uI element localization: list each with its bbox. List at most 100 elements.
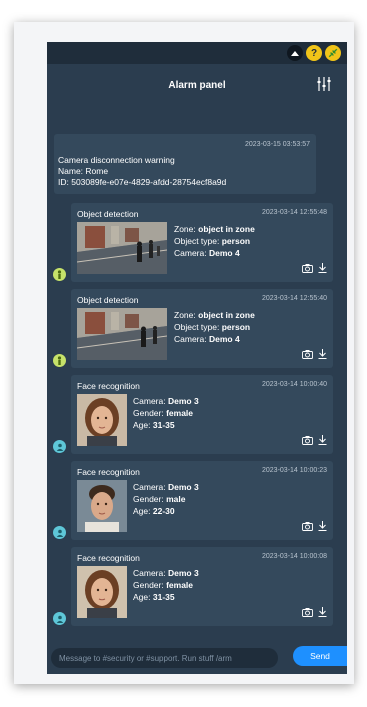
- alert-timestamp: 2023-03-14 10:00:08: [262, 553, 327, 560]
- age-label: Age:: [133, 420, 151, 430]
- download-icon[interactable]: [318, 432, 327, 450]
- gender-line: Gender: male: [133, 493, 199, 505]
- camera-line: Camera: Demo 3: [133, 481, 199, 493]
- snapshot-thumbnail[interactable]: [76, 308, 168, 360]
- download-icon[interactable]: [318, 346, 327, 364]
- warning-id: ID: 503089fe-e07e-4829-afdd-28754ecf8a9d: [58, 177, 227, 187]
- camera-value: Demo 4: [208, 334, 240, 344]
- camera-line: Camera: Demo 4: [174, 247, 255, 259]
- gender-value: female: [166, 408, 194, 418]
- warning-name: Name: Rome: [58, 166, 109, 176]
- user-badge-icon: [53, 440, 66, 453]
- gender-label: Gender:: [133, 408, 164, 418]
- camera-label: Camera:: [133, 568, 166, 578]
- camera-icon[interactable]: [302, 518, 313, 536]
- alarm-panel: ? Alarm panel 2023-03-15 03:53:57 Camera…: [47, 42, 347, 674]
- gender-label: Gender:: [133, 494, 164, 504]
- object-label: Object type:: [174, 236, 220, 246]
- alert-actions: [302, 432, 327, 450]
- warning-text: Camera disconnection warning Name: Rome …: [58, 155, 226, 188]
- user-badge-icon: [53, 526, 66, 539]
- age-label: Age:: [133, 592, 151, 602]
- download-icon[interactable]: [318, 604, 327, 622]
- alert-type: Object detection: [77, 295, 139, 305]
- alert-type: Face recognition: [77, 467, 140, 477]
- camera-value: Demo 4: [208, 248, 240, 258]
- camera-value: Demo 3: [167, 482, 199, 492]
- gender-line: Gender: female: [133, 407, 199, 419]
- warning-timestamp: 2023-03-15 03:53:57: [245, 141, 310, 148]
- send-button[interactable]: Send: [293, 646, 347, 666]
- age-line: Age: 22-30: [133, 505, 199, 517]
- alert-card[interactable]: Face recognition 2023-03-14 10:00:23 Cam…: [71, 461, 333, 540]
- age-line: Age: 31-35: [133, 591, 199, 603]
- camera-line: Camera: Demo 4: [174, 333, 255, 345]
- snapshot-thumbnail[interactable]: [76, 222, 168, 274]
- person-badge-icon: [53, 268, 66, 281]
- camera-label: Camera:: [174, 334, 207, 344]
- message-input[interactable]: [51, 648, 278, 668]
- download-icon[interactable]: [318, 260, 327, 278]
- zone-value: object in zone: [198, 224, 255, 234]
- chevron-up-icon[interactable]: [287, 45, 303, 61]
- panel-title: Alarm panel: [168, 80, 226, 91]
- alert-card[interactable]: Face recognition 2023-03-14 10:00:40 Cam…: [71, 375, 333, 454]
- alert-actions: [302, 346, 327, 364]
- sliders-icon[interactable]: [317, 76, 331, 92]
- alert-type: Face recognition: [77, 381, 140, 391]
- alert-actions: [302, 604, 327, 622]
- alert-details: Camera: Demo 3 Gender: female Age: 31-35: [133, 567, 199, 603]
- alert-details: Camera: Demo 3 Gender: male Age: 22-30: [133, 481, 199, 517]
- alert-timestamp: 2023-03-14 10:00:23: [262, 467, 327, 474]
- age-value: 22-30: [152, 506, 175, 516]
- camera-label: Camera:: [174, 248, 207, 258]
- camera-label: Camera:: [133, 396, 166, 406]
- top-bar: ?: [47, 42, 347, 64]
- camera-icon[interactable]: [302, 604, 313, 622]
- alert-card[interactable]: Face recognition 2023-03-14 10:00:08 Cam…: [71, 547, 333, 626]
- zone-line: Zone: object in zone: [174, 223, 255, 235]
- camera-icon[interactable]: [302, 432, 313, 450]
- gender-line: Gender: female: [133, 579, 199, 591]
- alert-timestamp: 2023-03-14 12:55:48: [262, 209, 327, 216]
- age-label: Age:: [133, 506, 151, 516]
- alert-details: Zone: object in zone Object type: person…: [174, 223, 255, 259]
- alert-timestamp: 2023-03-14 12:55:40: [262, 295, 327, 302]
- face-thumbnail[interactable]: [77, 394, 127, 446]
- alert-actions: [302, 260, 327, 278]
- zone-line: Zone: object in zone: [174, 309, 255, 321]
- panel-header: Alarm panel: [47, 64, 347, 108]
- camera-label: Camera:: [133, 482, 166, 492]
- object-label: Object type:: [174, 322, 220, 332]
- camera-icon[interactable]: [302, 346, 313, 364]
- alert-details: Camera: Demo 3 Gender: female Age: 31-35: [133, 395, 199, 431]
- object-value: person: [221, 322, 251, 332]
- camera-line: Camera: Demo 3: [133, 567, 199, 579]
- age-line: Age: 31-35: [133, 419, 199, 431]
- disconnection-warning-card: 2023-03-15 03:53:57 Camera disconnection…: [54, 134, 316, 194]
- download-icon[interactable]: [318, 518, 327, 536]
- age-value: 31-35: [152, 420, 175, 430]
- alert-timestamp: 2023-03-14 10:00:40: [262, 381, 327, 388]
- camera-icon[interactable]: [302, 260, 313, 278]
- alert-card[interactable]: Object detection 2023-03-14 12:55:48 Zon…: [71, 203, 333, 282]
- help-icon[interactable]: ?: [306, 45, 322, 61]
- warning-title: Camera disconnection warning: [58, 155, 175, 165]
- gender-value: female: [166, 580, 194, 590]
- gender-label: Gender:: [133, 580, 164, 590]
- user-badge-icon: [53, 612, 66, 625]
- alert-type: Object detection: [77, 209, 139, 219]
- age-value: 31-35: [152, 592, 175, 602]
- face-thumbnail[interactable]: [77, 480, 127, 532]
- plug-icon[interactable]: [325, 45, 341, 61]
- face-thumbnail[interactable]: [77, 566, 127, 618]
- person-badge-icon: [53, 354, 66, 367]
- zone-label: Zone:: [174, 310, 196, 320]
- alert-card[interactable]: Object detection 2023-03-14 12:55:40 Zon…: [71, 289, 333, 368]
- zone-value: object in zone: [198, 310, 255, 320]
- zone-label: Zone:: [174, 224, 196, 234]
- gender-value: male: [166, 494, 186, 504]
- object-value: person: [221, 236, 251, 246]
- object-line: Object type: person: [174, 235, 255, 247]
- alert-actions: [302, 518, 327, 536]
